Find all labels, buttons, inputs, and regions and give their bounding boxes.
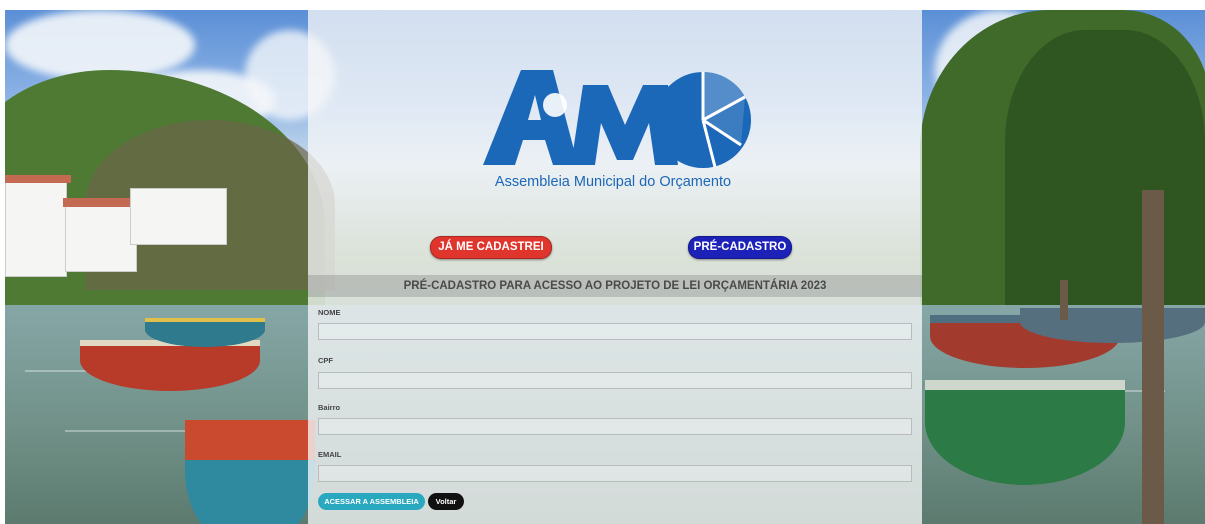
email-input[interactable] [318,465,912,482]
cpf-input[interactable] [318,372,912,389]
bairro-input[interactable] [318,418,912,435]
cpf-label: CPF [318,356,333,365]
acessar-assembleia-button[interactable]: ACESSAR A ASSEMBLEIA [318,493,425,510]
email-label: EMAIL [318,450,342,459]
registration-panel: Assembleia Municipal do Orçamento JÁ ME … [308,10,922,524]
amo-logo-mark [483,70,751,168]
nome-label: NOME [318,308,341,317]
bairro-label: Bairro [318,403,341,412]
ja-me-cadastrei-button[interactable]: JÁ ME CADASTREI [430,236,552,259]
nome-input[interactable] [318,323,912,340]
voltar-button[interactable]: Voltar [428,493,464,510]
form-title: PRÉ-CADASTRO PARA ACESSO AO PROJETO DE L… [308,275,922,297]
logo-subtitle: Assembleia Municipal do Orçamento [494,174,732,190]
pre-cadastro-button[interactable]: PRÉ-CADASTRO [688,236,792,259]
